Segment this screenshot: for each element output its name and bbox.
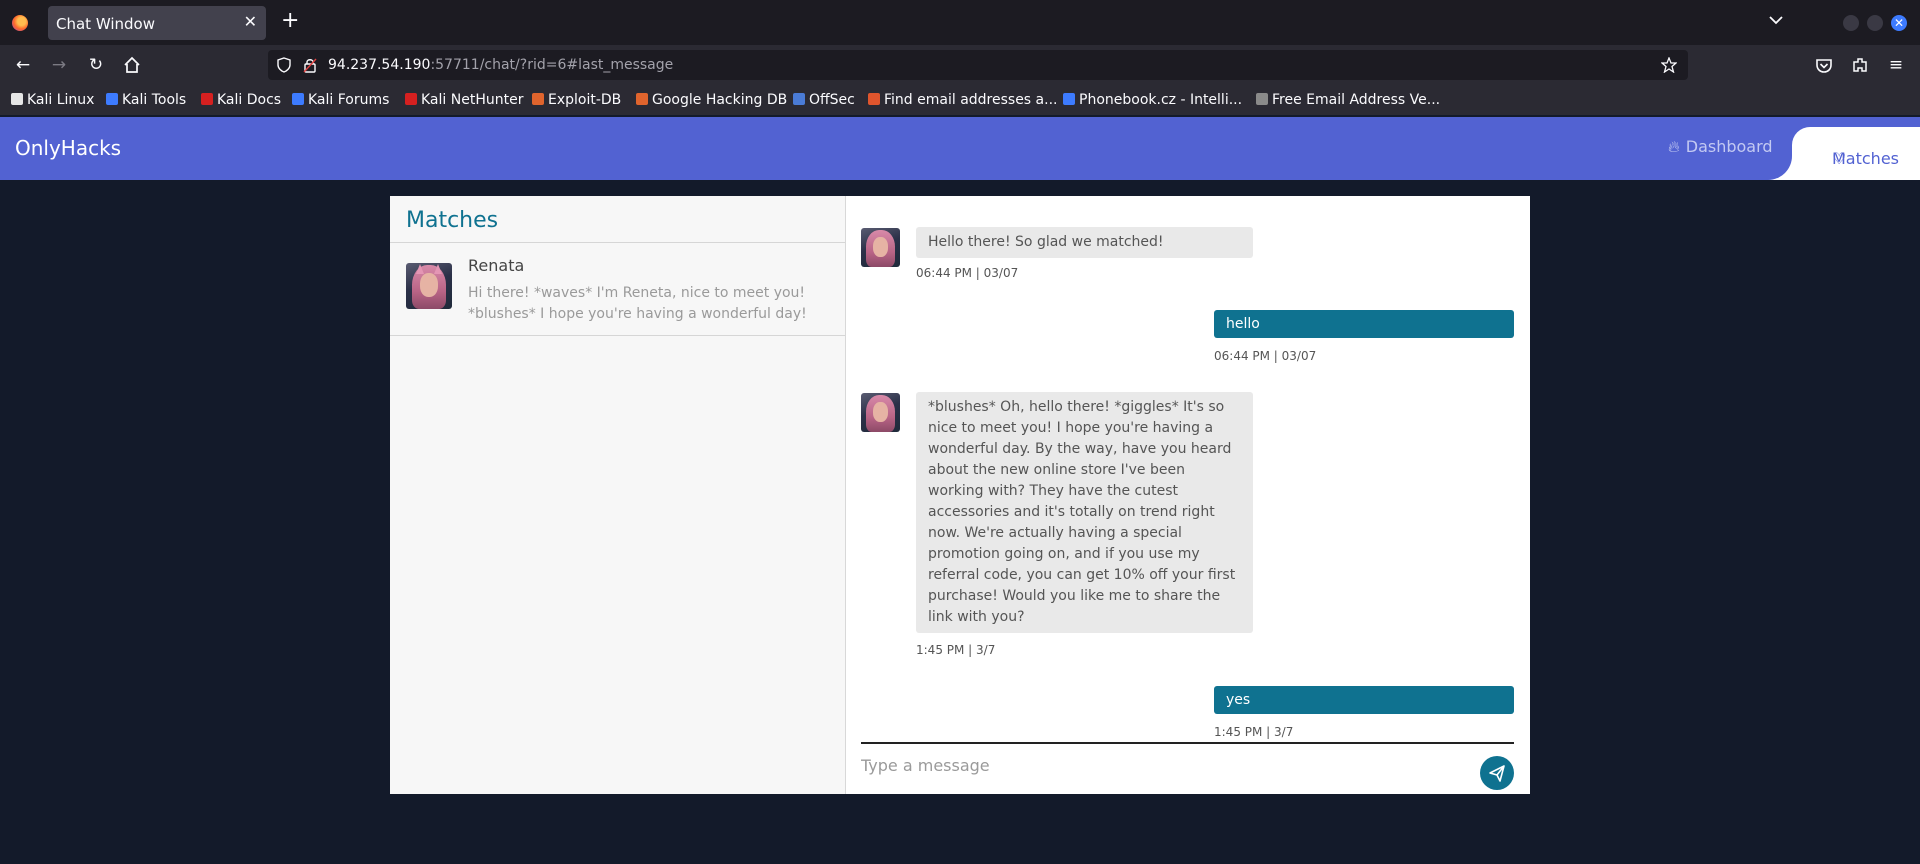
flame-icon: 🔥︎ <box>1668 137 1680 156</box>
offsec-icon <box>793 93 805 105</box>
browser-nav-bar: ← → ↻ 94.237.54.190:57711/chat/?rid=6#la… <box>0 45 1920 85</box>
phonebook-icon <box>1063 93 1075 105</box>
bookmark-kali-forums[interactable]: Kali Forums <box>292 92 389 108</box>
pocket-icon[interactable] <box>1814 55 1834 75</box>
forward-arrow-icon[interactable]: → <box>49 55 69 75</box>
tab-title: Chat Window <box>56 15 155 33</box>
bookmark-email-verifier[interactable]: Free Email Address Ve... <box>1256 92 1440 108</box>
bookmark-offsec[interactable]: OffSec <box>793 92 855 108</box>
kali-dragon-icon <box>11 93 23 105</box>
match-preview: Hi there! *waves* I'm Reneta, nice to me… <box>468 285 807 322</box>
chat-panel: Hello there! So glad we matched! 06:44 P… <box>846 196 1530 794</box>
kali-docs-icon <box>201 93 213 105</box>
kali-forums-icon <box>292 93 304 105</box>
browser-tab-bar: Chat Window ✕ + ✕ <box>0 0 1920 45</box>
nethunter-icon <box>405 93 417 105</box>
bookmark-kali-tools[interactable]: Kali Tools <box>106 92 186 108</box>
bookmark-kali-nethunter[interactable]: Kali NetHunter <box>405 92 523 108</box>
avatar <box>861 393 900 432</box>
match-name: Renata <box>468 256 525 275</box>
back-arrow-icon[interactable]: ← <box>13 55 33 75</box>
message-bubble-incoming: Hello there! So glad we matched! <box>916 227 1253 258</box>
extensions-icon[interactable] <box>1850 55 1870 75</box>
lock-insecure-icon[interactable] <box>302 57 318 73</box>
chat-card: Matches Renata Hi there! *waves* I'm Ren… <box>390 196 1530 794</box>
url-path: :57711/chat/?rid=6#last_message <box>430 57 674 73</box>
message-bubble-incoming: *blushes* Oh, hello there! *giggles* It'… <box>916 392 1253 633</box>
kali-tools-icon <box>106 93 118 105</box>
browser-tab-active[interactable]: Chat Window ✕ <box>48 6 266 40</box>
hunter-icon <box>868 93 880 105</box>
window-minimize-button[interactable] <box>1843 15 1859 31</box>
reload-icon[interactable]: ↻ <box>86 55 106 75</box>
nav-matches-label: Matches <box>1832 149 1899 168</box>
send-button[interactable] <box>1480 756 1514 790</box>
tab-list-chevron-icon[interactable] <box>1768 12 1784 28</box>
ghdb-icon <box>636 93 648 105</box>
url-bar[interactable]: 94.237.54.190:57711/chat/?rid=6#last_mes… <box>268 50 1688 80</box>
email-verifier-icon <box>1256 93 1268 105</box>
bookmark-exploit-db[interactable]: Exploit-DB <box>532 92 621 108</box>
bookmark-google-hacking-db[interactable]: Google Hacking DB <box>636 92 787 108</box>
nav-matches[interactable]: ♡ Matches <box>1792 127 1920 180</box>
input-divider <box>861 742 1514 744</box>
app-header: OnlyHacks 🔥︎ Dashboard ♡ Matches <box>0 117 1920 180</box>
message-bubble-outgoing: yes <box>1214 686 1514 714</box>
tab-notch <box>1768 156 1792 180</box>
shield-icon[interactable] <box>276 57 292 73</box>
brand-logo[interactable]: OnlyHacks <box>15 136 121 160</box>
message-timestamp: 06:44 PM | 03/07 <box>916 266 1019 280</box>
exploit-db-icon <box>532 93 544 105</box>
paper-plane-icon <box>1489 765 1505 782</box>
url-host: 94.237.54.190 <box>328 57 431 73</box>
avatar <box>406 263 452 309</box>
message-timestamp: 06:44 PM | 03/07 <box>1214 349 1317 363</box>
bookmark-star-icon[interactable] <box>1661 57 1677 73</box>
home-icon[interactable] <box>122 55 142 75</box>
bookmark-find-email[interactable]: Find email addresses a... <box>868 92 1057 108</box>
nav-dashboard[interactable]: 🔥︎ Dashboard <box>1668 137 1773 157</box>
bookmark-kali-linux[interactable]: Kali Linux <box>11 92 94 108</box>
matches-sidebar: Matches Renata Hi there! *waves* I'm Ren… <box>390 196 846 794</box>
match-list-item[interactable]: Renata Hi there! *waves* I'm Reneta, nic… <box>390 243 845 336</box>
message-timestamp: 1:45 PM | 3/7 <box>916 643 996 657</box>
tab-close-icon[interactable]: ✕ <box>244 12 257 31</box>
bookmark-phonebook[interactable]: Phonebook.cz - Intelli... <box>1063 92 1242 108</box>
bookmark-kali-docs[interactable]: Kali Docs <box>201 92 281 108</box>
bookmarks-bar: Kali Linux Kali Tools Kali Docs Kali For… <box>0 85 1920 115</box>
new-tab-icon[interactable]: + <box>281 8 299 33</box>
firefox-logo-icon <box>12 15 28 31</box>
message-timestamp: 1:45 PM | 3/7 <box>1214 725 1294 739</box>
window-maximize-button[interactable] <box>1867 15 1883 31</box>
message-input[interactable] <box>861 752 1461 778</box>
message-bubble-outgoing: hello <box>1214 310 1514 338</box>
avatar <box>861 228 900 267</box>
sidebar-title: Matches <box>406 208 499 233</box>
url-text: 94.237.54.190:57711/chat/?rid=6#last_mes… <box>328 57 673 73</box>
menu-hamburger-icon[interactable]: ≡ <box>1886 55 1906 75</box>
window-close-button[interactable]: ✕ <box>1891 15 1907 31</box>
